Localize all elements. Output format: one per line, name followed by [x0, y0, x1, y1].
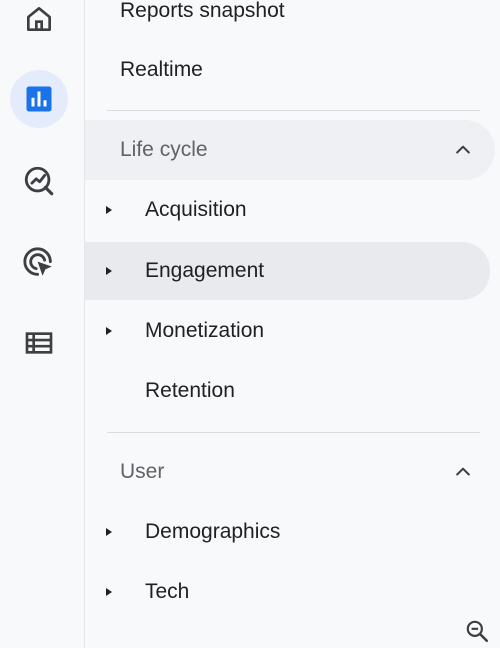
chevron-up-icon [456, 145, 470, 154]
nav-item-label: Demographics [145, 520, 281, 543]
home-icon [27, 6, 51, 31]
expand-arrow-icon [103, 526, 145, 538]
nav-item-label: Monetization [145, 319, 265, 342]
nav-item-demographics[interactable]: Demographics [85, 504, 490, 560]
advertising-button[interactable] [10, 234, 68, 292]
nav-item-label: Retention [145, 379, 235, 402]
section-header-user[interactable]: User [85, 442, 495, 502]
nav-item-label: Tech [145, 580, 190, 603]
expand-arrow-icon [103, 204, 145, 216]
nav-item-label: Engagement [145, 259, 265, 282]
nav-item-acquisition[interactable]: Acquisition [85, 182, 490, 238]
nav-item-label: Realtime [120, 58, 203, 81]
advertising-cursor-icon [23, 247, 52, 276]
nav-item-realtime[interactable]: Realtime [85, 42, 490, 98]
divider [107, 432, 480, 433]
reports-bar-chart-icon [26, 86, 52, 112]
explore-button[interactable] [10, 152, 68, 210]
divider [107, 110, 480, 111]
chevron-up-icon [456, 467, 470, 476]
reports-nav-panel: Reports snapshot Realtime Life cycle Acq… [85, 0, 500, 648]
zoom-out-button[interactable] [462, 616, 492, 646]
nav-item-label: Acquisition [145, 198, 247, 221]
expand-arrow-icon [103, 325, 145, 337]
nav-item-engagement[interactable]: Engagement [85, 242, 490, 300]
nav-item-tech[interactable]: Tech [85, 564, 490, 620]
section-title: User [120, 460, 165, 483]
nav-item-retention[interactable]: Retention [85, 363, 490, 419]
configure-button[interactable] [10, 314, 68, 372]
zoom-out-icon [466, 620, 489, 643]
reports-button[interactable] [10, 70, 68, 128]
explore-trend-icon [24, 166, 54, 196]
nav-item-monetization[interactable]: Monetization [85, 303, 490, 359]
configure-list-icon [25, 332, 53, 354]
icon-rail [0, 0, 85, 648]
analytics-app: Reports snapshot Realtime Life cycle Acq… [0, 0, 500, 648]
section-header-life-cycle[interactable]: Life cycle [85, 120, 495, 180]
expand-arrow-icon [103, 265, 145, 277]
nav-item-label: Reports snapshot [120, 0, 285, 22]
home-button[interactable] [10, 0, 68, 48]
section-title: Life cycle [120, 138, 208, 161]
expand-arrow-icon [103, 586, 145, 598]
nav-item-reports-snapshot[interactable]: Reports snapshot [85, 0, 490, 39]
